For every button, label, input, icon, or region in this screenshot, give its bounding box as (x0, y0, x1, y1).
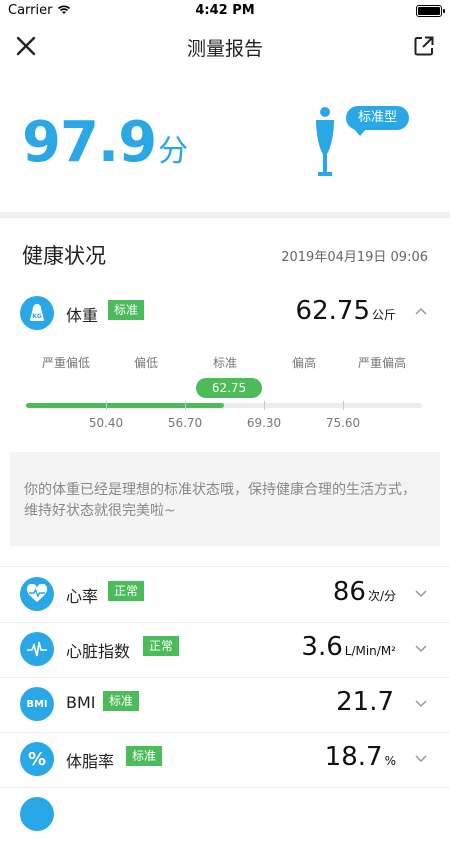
page-title: 测量报告 (186, 38, 263, 60)
metric-row-next[interactable] (0, 787, 450, 843)
heart-index-icon (20, 632, 54, 666)
total-score: 97.9分 (22, 110, 188, 175)
navigation-bar: 测量报告 (0, 22, 450, 70)
score-value: 97.9 (22, 110, 157, 175)
metric-value: 18.7% (324, 742, 396, 772)
range-track (26, 403, 422, 408)
threshold-label: 50.40 (88, 416, 124, 430)
metric-name: BMI (66, 693, 96, 712)
range-tick (185, 401, 186, 410)
metric-name: 体重 (66, 306, 99, 325)
score-area: 97.9分 标准型 (0, 70, 450, 212)
metric-name: 心率 (66, 587, 99, 606)
chevron-up-icon[interactable] (414, 304, 428, 318)
metric-row-heart-rate[interactable]: 心率 正常 86 次/分 (0, 567, 450, 623)
status-badge: 正常 (108, 581, 145, 601)
clock-label: 4:42 PM (195, 3, 255, 18)
section-title: 健康状况 (22, 244, 106, 268)
weight-scale-icon: KG (20, 296, 54, 330)
chevron-down-icon[interactable] (414, 640, 428, 654)
heart-rate-icon (20, 577, 54, 611)
weight-advice-text: 你的体重已经是理想的标准状态哦，保持健康合理的生活方式，维持好状态就很完美啦~ (10, 452, 440, 546)
status-badge: 正常 (143, 636, 180, 656)
metric-value: 62.75 公斤 (295, 296, 396, 326)
scale-label: 严重偏高 (357, 356, 406, 370)
section-divider (0, 212, 450, 218)
metric-row-heart-index[interactable]: 心脏指数 正常 3.6 L/Min/M² (0, 622, 450, 678)
metric-value: 21.7 (336, 687, 394, 717)
range-tick (264, 401, 265, 410)
threshold-label: 69.30 (246, 416, 282, 430)
bmi-icon: BMI (20, 687, 54, 721)
battery-icon (416, 5, 445, 17)
range-tick (106, 401, 107, 410)
share-button[interactable] (412, 34, 436, 58)
chevron-down-icon[interactable] (414, 750, 428, 764)
chevron-down-icon[interactable] (414, 585, 428, 599)
scale-label: 偏高 (291, 356, 316, 370)
share-icon (414, 36, 434, 56)
range-tick (343, 401, 344, 410)
chevron-down-icon[interactable] (414, 695, 428, 709)
health-status-header: 健康状况 2019年04月19日 09:06 (0, 234, 450, 274)
scale-label: 偏低 (133, 356, 158, 370)
scale-label: 严重偏低 (41, 356, 90, 370)
status-badge: 标准 (126, 746, 163, 766)
status-badge: 标准 (103, 691, 140, 711)
threshold-label: 75.60 (325, 416, 361, 430)
percent-icon: % (20, 742, 54, 776)
body-figure-icon (312, 106, 338, 178)
metric-icon (20, 797, 54, 831)
metric-value: 3.6 L/Min/M² (301, 632, 396, 662)
body-type-badge: 标准型 (346, 106, 410, 136)
score-unit: 分 (158, 134, 189, 169)
range-threshold-labels: 50.40 56.70 69.30 75.60 (0, 416, 450, 432)
metric-name: 体脂率 (66, 752, 115, 771)
range-fill (26, 403, 224, 408)
close-icon (16, 36, 36, 56)
close-button[interactable] (14, 34, 38, 58)
weight-scale-labels: 严重偏低 偏低 标准 偏高 严重偏高 (0, 354, 450, 374)
metric-row-body-fat[interactable]: % 体脂率 标准 18.7% (0, 732, 450, 788)
metric-value: 86 次/分 (332, 577, 396, 607)
metric-row-bmi[interactable]: BMI BMI 标准 21.7 (0, 677, 450, 733)
threshold-label: 56.70 (167, 416, 203, 430)
status-badge: 标准 (108, 300, 145, 320)
status-bar: Carrier 4:42 PM (0, 0, 450, 22)
metric-row-weight[interactable]: KG 体重 标准 62.75 公斤 (0, 286, 450, 342)
metric-name: 心脏指数 (66, 642, 131, 661)
measurement-date: 2019年04月19日 09:06 (281, 250, 428, 265)
svg-text:KG: KG (32, 313, 42, 320)
current-value-bubble: 62.75 (196, 378, 262, 398)
scale-label: 标准 (212, 356, 237, 370)
